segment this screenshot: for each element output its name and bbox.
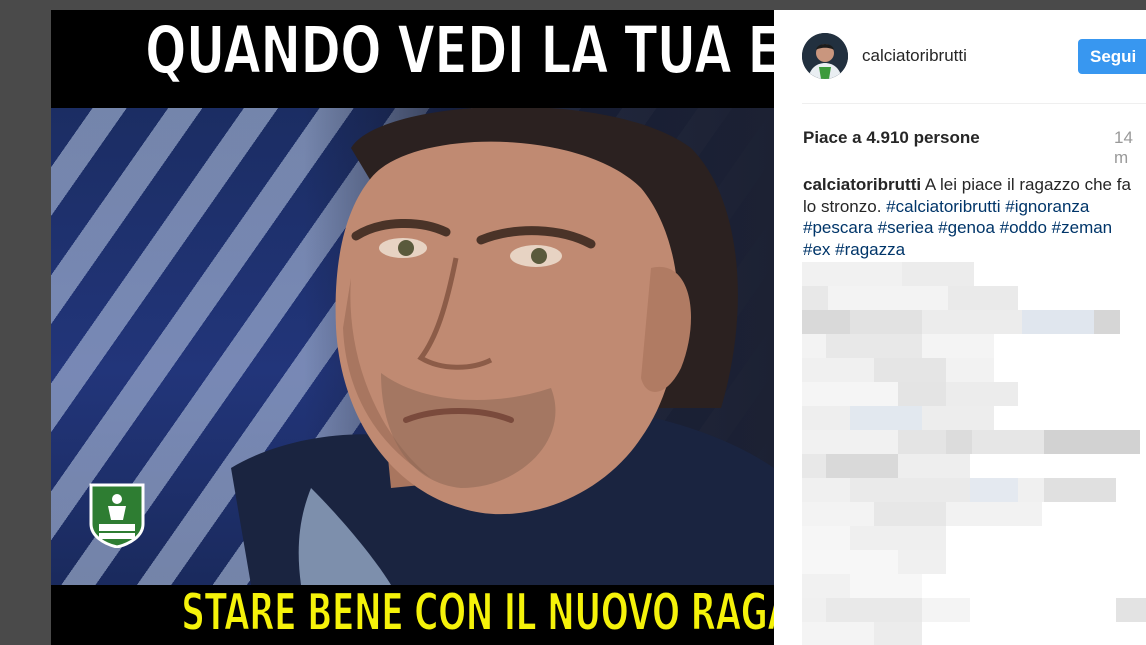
username[interactable]: calciatoribrutti bbox=[862, 46, 967, 66]
meme-bottom-text: STARE BENE CON IL NUOVO RAGAZZO bbox=[180, 583, 774, 643]
hashtag[interactable]: #oddo bbox=[1000, 218, 1047, 237]
hashtag[interactable]: #zeman bbox=[1052, 218, 1112, 237]
avatar-image bbox=[802, 33, 848, 79]
likes-count[interactable]: Piace a 4.910 persone bbox=[803, 128, 980, 148]
post-timestamp[interactable]: 14 m bbox=[1114, 128, 1146, 168]
hashtag[interactable]: #pescara bbox=[803, 218, 873, 237]
hashtag[interactable]: #ragazza bbox=[835, 240, 905, 259]
calciatori-brutti-logo bbox=[89, 483, 145, 548]
hashtag[interactable]: #calciatoribrutti bbox=[886, 197, 1000, 216]
post-image[interactable]: QUANDO VEDI LA TUA EX STARE BENE CON IL … bbox=[51, 10, 774, 645]
pixelated-comments bbox=[802, 262, 1146, 645]
post-sidebar: calciatoribrutti Segui Piace a 4.910 per… bbox=[774, 10, 1146, 645]
meme-top-text: QUANDO VEDI LA TUA EX bbox=[144, 12, 774, 89]
hashtag[interactable]: #ex bbox=[803, 240, 830, 259]
hashtag[interactable]: #ignoranza bbox=[1005, 197, 1089, 216]
post-caption: calciatoribrutti A lei piace il ragazzo … bbox=[803, 174, 1138, 260]
hashtag[interactable]: #genoa bbox=[938, 218, 995, 237]
post-header: calciatoribrutti Segui bbox=[774, 10, 1146, 103]
caption-author[interactable]: calciatoribrutti bbox=[803, 175, 921, 194]
follow-button[interactable]: Segui bbox=[1078, 39, 1146, 74]
avatar[interactable] bbox=[802, 33, 848, 79]
hashtag[interactable]: #seriea bbox=[878, 218, 934, 237]
man-portrait-illustration bbox=[231, 108, 774, 585]
divider bbox=[802, 103, 1146, 104]
meme-photo bbox=[51, 108, 774, 585]
